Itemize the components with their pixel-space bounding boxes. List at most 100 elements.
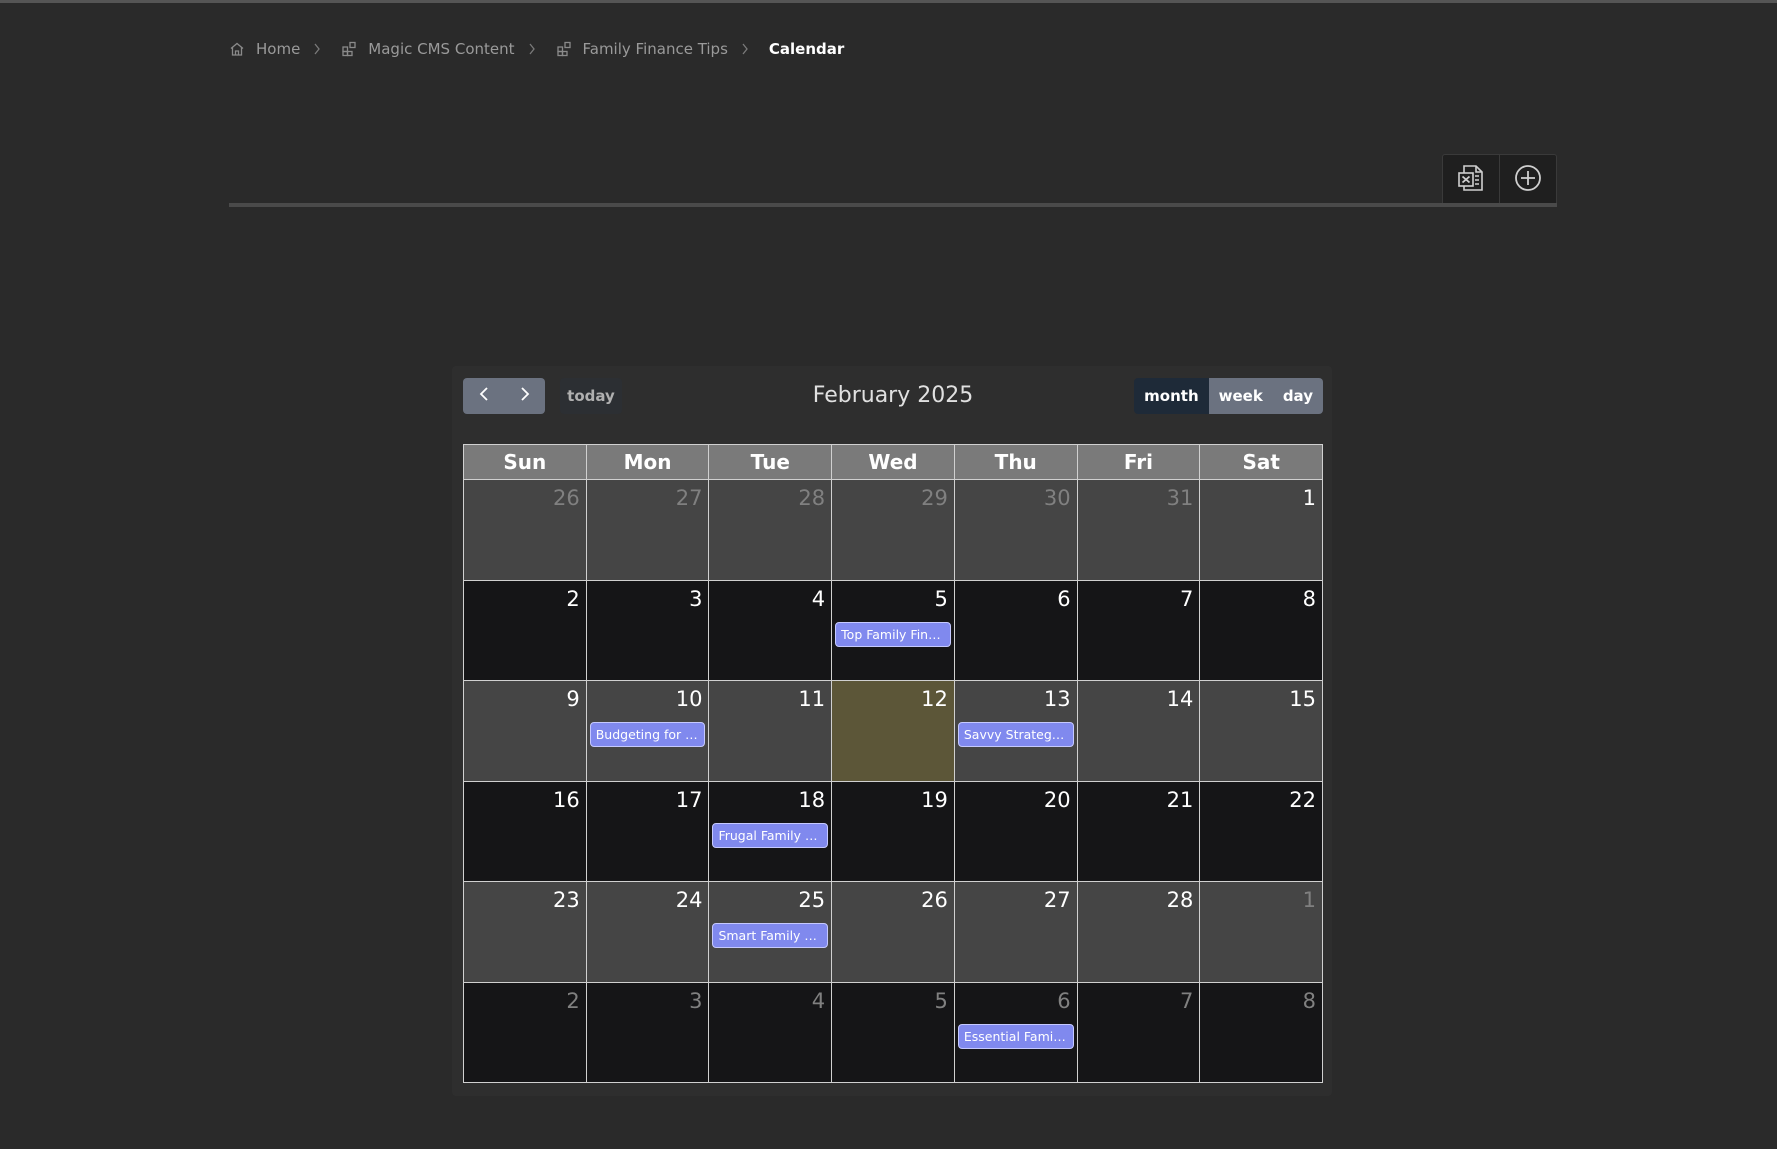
calendar-day-cell[interactable]: 26 <box>832 882 955 982</box>
calendar-day-cell[interactable]: 13 Savvy Strategies ... <box>954 681 1078 781</box>
calendar-day-cell[interactable]: 20 <box>954 781 1078 881</box>
calendar-day-cell[interactable]: 28 <box>709 480 833 580</box>
today-button[interactable]: today <box>560 378 622 414</box>
view-day-button[interactable]: day <box>1272 378 1323 414</box>
calendar-event[interactable]: Essential Family F... <box>957 1023 1074 1049</box>
calendar-event[interactable]: Budgeting for Fa... <box>589 722 706 747</box>
calendar-day-cell[interactable]: 3 <box>586 982 710 1082</box>
calendar-day-cell[interactable]: 29 <box>832 480 955 580</box>
day-number[interactable]: 20 <box>1044 788 1071 812</box>
calendar-day-cell[interactable]: 6 <box>954 580 1078 680</box>
calendar-day-cell[interactable]: 30 <box>954 480 1078 580</box>
day-number[interactable]: 13 <box>1044 687 1071 711</box>
day-number[interactable]: 12 <box>921 687 948 711</box>
day-number[interactable]: 14 <box>1167 687 1194 711</box>
calendar-day-cell[interactable]: 9 <box>464 681 587 781</box>
day-number[interactable]: 29 <box>921 486 948 510</box>
day-number[interactable]: 10 <box>676 687 703 711</box>
view-month-button[interactable]: month <box>1134 378 1209 414</box>
day-number[interactable]: 2 <box>566 587 579 611</box>
day-number[interactable]: 22 <box>1289 788 1316 812</box>
calendar-day-cell[interactable]: 8 <box>1200 580 1323 680</box>
calendar-event[interactable]: Top Family Financ... <box>835 621 951 647</box>
calendar-day-cell[interactable]: 22 <box>1200 781 1323 881</box>
add-button[interactable] <box>1499 155 1556 204</box>
calendar-day-cell[interactable]: 16 <box>464 781 587 881</box>
calendar-day-cell[interactable]: 2 <box>464 982 587 1082</box>
calendar-day-cell[interactable]: 10 Budgeting for Fa... <box>586 681 710 781</box>
day-number[interactable]: 28 <box>1167 888 1194 912</box>
calendar-day-cell[interactable]: 31 <box>1077 480 1201 580</box>
day-number[interactable]: 4 <box>812 989 825 1013</box>
day-number[interactable]: 27 <box>676 486 703 510</box>
calendar-day-cell[interactable]: 3 <box>586 580 710 680</box>
day-number[interactable]: 8 <box>1303 989 1316 1013</box>
calendar-day-cell[interactable]: 4 <box>709 982 833 1082</box>
view-week-button[interactable]: week <box>1208 378 1273 414</box>
calendar-day-cell[interactable]: 7 <box>1077 580 1201 680</box>
calendar-event[interactable]: Frugal Family Livi... <box>712 822 829 848</box>
calendar-day-cell[interactable]: 7 <box>1077 982 1201 1082</box>
calendar-day-cell[interactable]: 4 <box>709 580 833 680</box>
day-number[interactable]: 17 <box>676 788 703 812</box>
calendar-day-cell[interactable]: 26 <box>464 480 587 580</box>
calendar-day-cell[interactable]: 21 <box>1077 781 1201 881</box>
day-number[interactable]: 15 <box>1289 687 1316 711</box>
day-number[interactable]: 7 <box>1180 989 1193 1013</box>
breadcrumb-family-finance-tips[interactable]: Family Finance Tips <box>556 40 728 58</box>
day-number[interactable]: 18 <box>798 788 825 812</box>
day-number[interactable]: 19 <box>921 788 948 812</box>
day-number[interactable]: 8 <box>1303 587 1316 611</box>
day-number[interactable]: 5 <box>935 587 948 611</box>
day-number[interactable]: 6 <box>1057 989 1070 1013</box>
calendar-day-cell[interactable]: 6 Essential Family F... <box>954 982 1078 1082</box>
calendar-day-cell[interactable]: 19 <box>832 781 955 881</box>
calendar-day-cell[interactable]: 8 <box>1200 982 1323 1082</box>
calendar-day-cell[interactable]: 17 <box>586 781 710 881</box>
day-number[interactable]: 11 <box>798 687 825 711</box>
prev-month-button[interactable] <box>463 378 504 414</box>
next-month-button[interactable] <box>504 378 545 414</box>
calendar-day-cell[interactable]: 1 <box>1200 480 1323 580</box>
export-excel-button[interactable] <box>1443 155 1499 204</box>
day-number[interactable]: 31 <box>1167 486 1194 510</box>
calendar-day-cell-today[interactable]: 12 <box>832 681 955 781</box>
day-number[interactable]: 3 <box>689 587 702 611</box>
day-number[interactable]: 23 <box>553 888 580 912</box>
calendar-event[interactable]: Savvy Strategies ... <box>957 722 1074 747</box>
calendar-event[interactable]: Smart Family Fin... <box>712 923 829 948</box>
calendar-day-cell[interactable]: 5 Top Family Financ... <box>832 580 955 680</box>
calendar-day-cell[interactable]: 11 <box>709 681 833 781</box>
day-number[interactable]: 28 <box>798 486 825 510</box>
calendar-day-cell[interactable]: 24 <box>586 882 710 982</box>
day-number[interactable]: 3 <box>689 989 702 1013</box>
day-number[interactable]: 5 <box>935 989 948 1013</box>
calendar-day-cell[interactable]: 27 <box>954 882 1078 982</box>
day-number[interactable]: 1 <box>1303 888 1316 912</box>
calendar-day-cell[interactable]: 28 <box>1077 882 1201 982</box>
day-number[interactable]: 16 <box>553 788 580 812</box>
calendar-day-cell[interactable]: 23 <box>464 882 587 982</box>
day-number[interactable]: 24 <box>676 888 703 912</box>
calendar-day-cell[interactable]: 25 Smart Family Fin... <box>709 882 833 982</box>
breadcrumb-magic-cms-content[interactable]: Magic CMS Content <box>341 40 515 58</box>
calendar-day-cell[interactable]: 15 <box>1200 681 1323 781</box>
calendar-day-cell[interactable]: 2 <box>464 580 587 680</box>
calendar-day-cell[interactable]: 18 Frugal Family Livi... <box>709 781 833 881</box>
breadcrumb-home[interactable]: Home <box>229 40 300 58</box>
day-number[interactable]: 21 <box>1167 788 1194 812</box>
day-number[interactable]: 25 <box>798 888 825 912</box>
calendar-day-cell[interactable]: 14 <box>1077 681 1201 781</box>
day-number[interactable]: 1 <box>1303 486 1316 510</box>
day-number[interactable]: 2 <box>566 989 579 1013</box>
day-number[interactable]: 30 <box>1044 486 1071 510</box>
calendar-day-cell[interactable]: 27 <box>586 480 710 580</box>
day-number[interactable]: 9 <box>566 687 579 711</box>
day-number[interactable]: 4 <box>812 587 825 611</box>
day-number[interactable]: 7 <box>1180 587 1193 611</box>
day-number[interactable]: 26 <box>921 888 948 912</box>
day-number[interactable]: 6 <box>1057 587 1070 611</box>
calendar-day-cell[interactable]: 1 <box>1200 882 1323 982</box>
calendar-day-cell[interactable]: 5 <box>832 982 955 1082</box>
day-number[interactable]: 26 <box>553 486 580 510</box>
